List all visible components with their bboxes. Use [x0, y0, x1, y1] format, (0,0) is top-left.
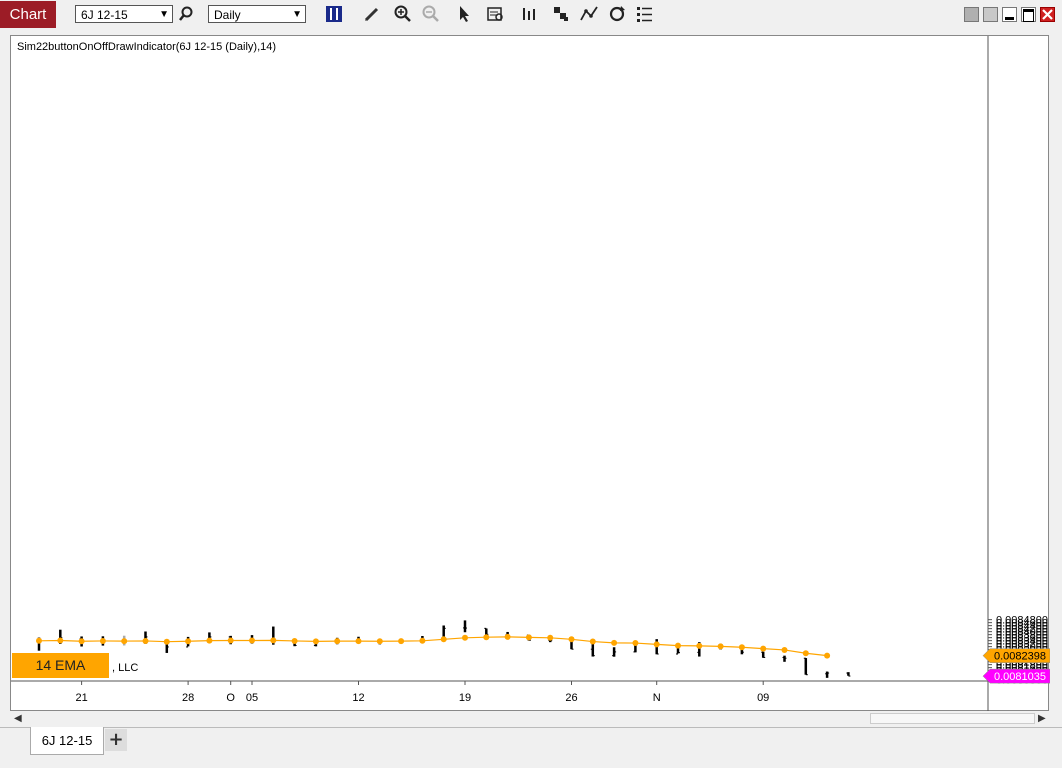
chevron-down-icon: ▼	[159, 9, 169, 20]
tab-strip-divider	[0, 727, 1062, 728]
ema-point	[206, 637, 213, 644]
date-tick-label: N	[653, 692, 661, 704]
ema-point	[398, 638, 405, 645]
ema-point	[589, 638, 596, 645]
date-tick-label: O	[226, 692, 235, 704]
properties-icon[interactable]	[634, 3, 656, 25]
ema-point	[355, 638, 362, 645]
ema-point	[760, 645, 767, 652]
period-dropdown[interactable]: Daily ▼	[208, 5, 306, 23]
ema-point	[632, 640, 639, 647]
ema-point	[376, 638, 383, 645]
ema-point	[696, 642, 703, 649]
chart-title: Chart	[0, 1, 56, 28]
minimize-icon[interactable]	[1002, 7, 1017, 22]
ema-point	[99, 637, 106, 644]
ema-point	[483, 634, 490, 641]
pencil-draw-icon[interactable]	[361, 3, 383, 25]
ema-point	[717, 643, 724, 650]
ema-point	[163, 638, 170, 645]
date-tick-label: 09	[757, 692, 769, 704]
ema-point	[440, 636, 447, 643]
zoom-in-icon[interactable]	[392, 3, 414, 25]
add-tab-icon[interactable]: +	[105, 729, 127, 751]
ema-point	[36, 637, 42, 644]
ema-point	[504, 633, 511, 640]
maximize-icon[interactable]	[1021, 7, 1036, 22]
reload-icon[interactable]	[606, 3, 628, 25]
ema-price-marker: 0.0082398	[994, 651, 1046, 663]
ema-point	[249, 637, 255, 644]
last-price-marker: 0.0081035	[994, 671, 1046, 683]
bar-chart-style-icon[interactable]	[323, 3, 345, 25]
ema-point	[312, 638, 319, 645]
ema-point	[142, 637, 149, 644]
date-tick-label: 05	[246, 692, 258, 704]
ema-point	[611, 639, 618, 646]
ema-point	[185, 638, 192, 645]
ema-point	[121, 638, 128, 645]
scroll-right-icon[interactable]: ▶	[1038, 713, 1046, 724]
data-box-icon[interactable]	[485, 3, 507, 25]
period-value: Daily	[214, 8, 241, 22]
chevron-down-icon: ▼	[292, 9, 302, 20]
ema-line	[38, 636, 828, 657]
ema-point	[653, 641, 660, 648]
drawing-tools-icon[interactable]	[578, 3, 600, 25]
zoom-out-icon[interactable]	[420, 3, 442, 25]
legend-suffix: , LLC	[112, 662, 139, 674]
instrument-dropdown[interactable]: 6J 12-15 ▼	[75, 5, 173, 23]
instrument-value: 6J 12-15	[81, 8, 128, 22]
date-tick-label: 19	[459, 692, 471, 704]
ema-point	[57, 637, 64, 644]
tab-instrument[interactable]: 6J 12-15	[30, 727, 104, 755]
ema-point	[419, 637, 426, 644]
chart-style-icon[interactable]	[550, 3, 572, 25]
ema-point	[270, 637, 277, 644]
ema-legend: 14 EMA	[12, 653, 109, 678]
chart-panel[interactable]: 0.0084800 0.0084600 0.0084400 0.0084200 0.00…	[10, 35, 1050, 712]
date-tick-label: 26	[565, 692, 577, 704]
ema-point	[781, 646, 788, 653]
ema-point	[675, 642, 681, 649]
restore-icon[interactable]	[983, 7, 998, 22]
ema-point	[334, 638, 341, 645]
pointer-icon[interactable]	[453, 3, 475, 25]
scroll-thumb[interactable]	[870, 713, 1035, 724]
tile-icon[interactable]	[964, 7, 979, 22]
ema-point	[547, 634, 554, 641]
ema-point	[462, 634, 468, 641]
close-icon[interactable]	[1040, 7, 1055, 22]
toolbar: Chart 6J 12-15 ▼ Daily ▼	[0, 0, 1062, 30]
ema-point	[78, 638, 85, 645]
ema-point	[738, 644, 745, 651]
date-tick-label: 21	[75, 692, 87, 704]
search-icon[interactable]	[176, 3, 198, 25]
horizontal-scrollbar[interactable]: ◀ ▶	[10, 711, 1049, 727]
ema-point	[568, 636, 575, 643]
ema-point	[525, 634, 532, 641]
ema-point	[227, 637, 234, 644]
date-tick-label: 12	[352, 692, 364, 704]
indicator-label: Sim22buttonOnOffDrawIndicator(6J 12-15 (…	[17, 41, 277, 53]
ema-point	[802, 650, 809, 657]
price-chart[interactable]: 0.00848000.00846000.00844000.00842000.00…	[11, 36, 1050, 712]
ema-point	[291, 637, 298, 644]
date-tick-label: 28	[182, 692, 194, 704]
scroll-left-icon[interactable]: ◀	[14, 713, 22, 724]
bar-spacing-icon[interactable]	[519, 3, 541, 25]
ema-point	[824, 652, 831, 659]
